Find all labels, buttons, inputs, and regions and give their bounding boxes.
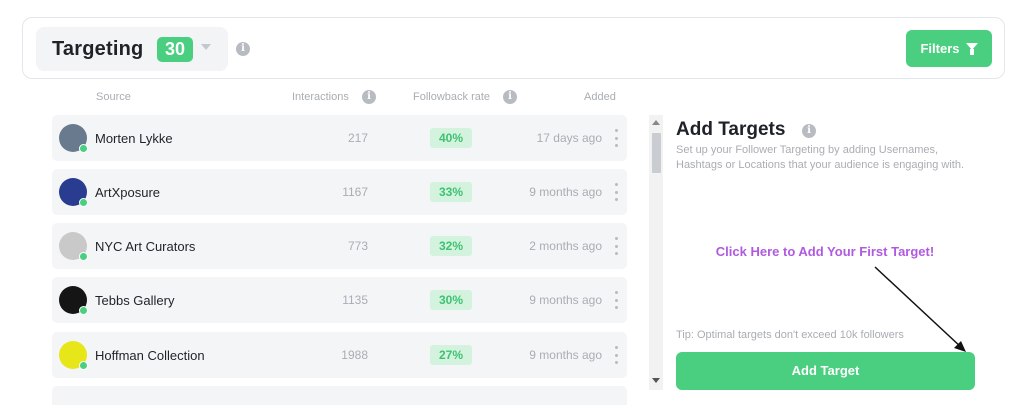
add-target-button[interactable]: Add Target [676,352,975,390]
added-date: 17 days ago [536,131,602,145]
target-count-badge: 30 [157,37,193,62]
filters-button[interactable]: Filters [906,30,992,67]
column-source: Source [96,91,131,103]
source-name: Morten Lykke [95,131,173,146]
scroll-down-icon[interactable] [652,378,660,383]
source-name: Tebbs Gallery [95,293,175,308]
filters-label: Filters [920,41,960,56]
source-name: Hoffman Collection [95,348,205,363]
info-icon[interactable]: i [362,90,376,104]
online-status-icon [79,198,88,207]
interactions-count: 1167 [342,185,368,199]
column-followback-rate: Followback rate [413,91,491,103]
online-status-icon [79,144,88,153]
info-icon[interactable]: i [802,124,816,138]
info-icon[interactable]: i [503,90,517,104]
interactions-count: 1135 [342,293,368,307]
info-icon[interactable]: i [236,42,250,56]
add-first-target-hint: Click Here to Add Your First Target! [715,244,935,259]
online-status-icon [79,306,88,315]
source-name: NYC Art Curators [95,239,196,254]
interactions-count: 217 [347,131,368,145]
add-targets-description: Set up your Follower Targeting by adding… [676,144,965,171]
header-card: Targeting 30 i Filters [22,17,1005,79]
list-item[interactable] [52,386,627,405]
filter-icon [965,43,978,55]
online-status-icon [79,361,88,370]
chevron-down-icon[interactable] [201,44,211,50]
online-status-icon [79,252,88,261]
source-name: ArtXposure [95,185,161,200]
added-date: 9 months ago [529,185,602,199]
targeting-page: Targeting 30 i Filters Source Interactio… [0,0,1024,405]
followback-rate-badge: 33% [430,182,472,202]
list-item[interactable]: Hoffman Collection 1988 27% 9 months ago [52,332,627,378]
added-date: 9 months ago [529,293,602,307]
column-added: Added [584,91,616,103]
interactions-count: 773 [347,239,368,253]
added-date: 2 months ago [529,239,602,253]
more-options-icon[interactable] [613,237,619,255]
arrow-icon [874,266,966,352]
list-item[interactable]: NYC Art Curators 773 32% 2 months ago [52,223,627,269]
followback-rate-badge: 32% [430,236,472,256]
tip-text: Tip: Optimal targets don't exceed 10k fo… [676,329,904,341]
more-options-icon[interactable] [613,346,619,364]
targeting-selector[interactable]: Targeting 30 [36,27,228,71]
add-targets-title: Add Targets [676,119,786,140]
list-item[interactable]: Tebbs Gallery 1135 30% 9 months ago [52,277,627,323]
followback-rate-badge: 30% [430,290,472,310]
followback-rate-badge: 27% [430,345,472,365]
page-title: Targeting [52,38,144,60]
added-date: 9 months ago [529,348,602,362]
interactions-count: 1988 [341,348,368,362]
list-item[interactable]: ArtXposure 1167 33% 9 months ago [52,169,627,215]
followback-rate-badge: 40% [430,128,472,148]
scrollbar-thumb[interactable] [652,133,661,173]
more-options-icon[interactable] [613,183,619,201]
column-interactions: Interactions [292,91,349,103]
more-options-icon[interactable] [613,291,619,309]
more-options-icon[interactable] [613,129,619,147]
list-item[interactable]: Morten Lykke 217 40% 17 days ago [52,115,627,161]
scroll-up-icon[interactable] [652,120,660,125]
